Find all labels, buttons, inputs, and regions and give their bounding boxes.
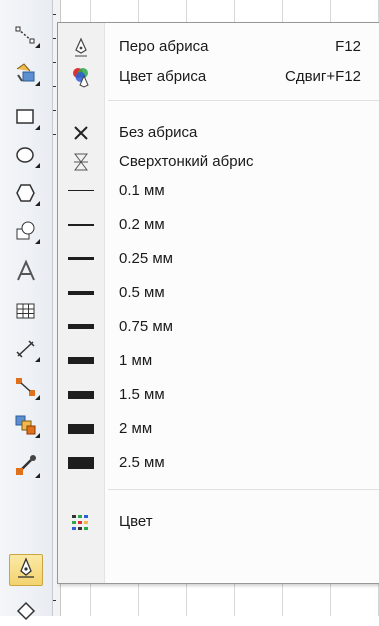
- fill-tool-icon: [14, 597, 38, 626]
- text-tool[interactable]: [6, 258, 46, 288]
- shape-tool[interactable]: [6, 22, 46, 52]
- menu-separator: [108, 100, 379, 101]
- outline-flyout-menu: Перо абриса F12 Цвет абриса Сдвиг+F12 Бе…: [57, 22, 379, 584]
- no-outline-icon: [58, 118, 104, 147]
- line-0.2mm-icon: [58, 210, 104, 239]
- table-tool-icon: [14, 299, 38, 328]
- menu-item-label: 0.5 мм: [119, 284, 165, 301]
- menu-item-width-0.2[interactable]: 0.2 мм: [58, 210, 379, 239]
- menu-item-width-0.75[interactable]: 0.75 мм: [58, 312, 379, 341]
- rectangle-tool[interactable]: [6, 104, 46, 134]
- menu-item-label: Перо абриса: [119, 38, 209, 55]
- toolbox: [0, 0, 53, 620]
- fill-tool[interactable]: [6, 596, 46, 626]
- interactive-tool[interactable]: [6, 412, 46, 442]
- menu-item-label: 1 мм: [119, 352, 153, 369]
- line-0.25mm-icon: [58, 244, 104, 273]
- connector-tool[interactable]: [6, 374, 46, 404]
- menu-item-label: Сверхтонкий абрис: [119, 153, 254, 170]
- line-1.5mm-icon: [58, 380, 104, 409]
- outline-pen-tool-icon: [15, 556, 37, 584]
- menu-item-width-0.1[interactable]: 0.1 мм: [58, 176, 379, 205]
- menu-item-color[interactable]: Цвет: [58, 507, 379, 536]
- basic-shapes-tool[interactable]: [6, 218, 46, 248]
- menu-item-width-0.5[interactable]: 0.5 мм: [58, 278, 379, 307]
- crop-tool[interactable]: [6, 60, 46, 90]
- menu-item-width-0.25[interactable]: 0.25 мм: [58, 244, 379, 273]
- menu-item-label: 1.5 мм: [119, 386, 165, 403]
- outline-color-icon: [58, 62, 104, 91]
- menu-item-label: 2.5 мм: [119, 454, 165, 471]
- menu-item-outline-pen[interactable]: Перо абриса F12: [58, 32, 379, 61]
- menu-item-label: 0.25 мм: [119, 250, 173, 267]
- menu-item-hairline[interactable]: Сверхтонкий абрис: [58, 147, 379, 176]
- menu-item-label: Цвет абриса: [119, 68, 207, 85]
- menu-item-label: 0.1 мм: [119, 182, 165, 199]
- ellipse-tool[interactable]: [6, 142, 46, 172]
- menu-item-label: 0.75 мм: [119, 318, 173, 335]
- menu-item-shortcut: F12: [335, 38, 361, 55]
- line-0.5mm-icon: [58, 278, 104, 307]
- menu-item-label: 2 мм: [119, 420, 153, 437]
- table-tool[interactable]: [6, 298, 46, 328]
- line-0.75mm-icon: [58, 312, 104, 341]
- line-1mm-icon: [58, 346, 104, 375]
- menu-item-label: 0.2 мм: [119, 216, 165, 233]
- menu-item-shortcut: Сдвиг+F12: [284, 68, 361, 85]
- eyedropper-tool[interactable]: [6, 452, 46, 482]
- menu-item-outline-color[interactable]: Цвет абриса Сдвиг+F12: [58, 62, 379, 91]
- outline-pen-icon: [58, 32, 104, 61]
- menu-separator: [108, 489, 379, 490]
- color-docker-icon: [58, 507, 104, 536]
- line-2.5mm-icon: [58, 448, 104, 477]
- menu-item-no-outline[interactable]: Без абриса: [58, 118, 379, 147]
- text-tool-icon: [14, 259, 38, 288]
- line-2mm-icon: [58, 414, 104, 443]
- menu-item-width-1.5[interactable]: 1.5 мм: [58, 380, 379, 409]
- line-0.1mm-icon: [58, 176, 104, 205]
- menu-item-width-2[interactable]: 2 мм: [58, 414, 379, 443]
- menu-item-label: Без абриса: [119, 124, 198, 141]
- polygon-tool[interactable]: [6, 180, 46, 210]
- dimension-tool[interactable]: [6, 336, 46, 366]
- menu-item-width-1[interactable]: 1 мм: [58, 346, 379, 375]
- hairline-outline-icon: [58, 147, 104, 176]
- menu-item-label: Цвет: [119, 513, 153, 530]
- outline-pen-tool[interactable]: [9, 554, 43, 586]
- menu-item-width-2.5[interactable]: 2.5 мм: [58, 448, 379, 477]
